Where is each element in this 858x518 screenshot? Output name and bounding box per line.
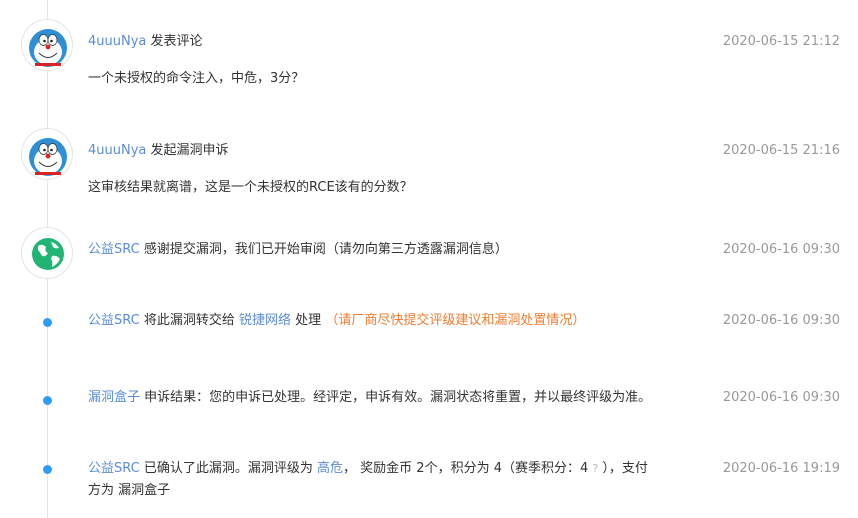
reward-text: ， 奖励金币 2个，积分为 4（赛季积分：4 (343, 461, 589, 476)
user-link[interactable]: 漏洞盒子 (88, 390, 140, 405)
timeline-dot (43, 318, 52, 327)
user-link[interactable]: 公益SRC (88, 242, 140, 257)
appeal-text: 这审核结果就离谱，这是一个未授权的RCE该有的分数？ (88, 180, 413, 195)
comment-text: 一个未授权的命令注入，中危，3分？ (88, 71, 305, 86)
doraemon-avatar-icon[interactable] (21, 19, 73, 71)
entry-time: 2020-06-16 09:30 (722, 242, 840, 257)
entry-action: 将此漏洞转交给 (143, 313, 235, 328)
help-icon[interactable]: ? (592, 462, 598, 475)
timeline-dot (43, 396, 52, 405)
entry-header: 4uuuNya 发表评论 (88, 33, 203, 51)
entry-action: 已确认了此漏洞。漏洞评级为 (143, 461, 313, 476)
user-link[interactable]: 公益SRC (88, 461, 140, 476)
entry-time: 2020-06-16 19:19 (722, 461, 840, 476)
entry-action: 发起漏洞申诉 (150, 143, 229, 158)
payer-label: 方为 (88, 483, 115, 498)
doraemon-avatar-icon[interactable] (21, 128, 73, 180)
entry-time: 2020-06-16 09:30 (722, 390, 840, 405)
globe-icon[interactable] (21, 227, 73, 279)
entry-action: 感谢提交漏洞，我们已开始审阅（请勿向第三方透露漏洞信息） (143, 242, 508, 257)
user-link[interactable]: 4uuuNya (88, 34, 146, 49)
vendor-notice: （请厂商尽快提交评级建议和漏洞处置情况） (325, 313, 586, 328)
severity-level: 高危 (317, 461, 344, 476)
entry-action: 申诉结果：您的申诉已处理。经评定，申诉有效。漏洞状态将重置，并以最终评级为准。 (144, 390, 652, 405)
entry-header: 漏洞盒子 申诉结果：您的申诉已处理。经评定，申诉有效。漏洞状态将重置，并以最终评… (88, 389, 651, 407)
vendor-link[interactable]: 锐捷网络 (239, 313, 291, 328)
timeline-dot (43, 465, 52, 474)
entry-header: 公益SRC 将此漏洞转交给 锐捷网络 处理 （请厂商尽快提交评级建议和漏洞处置情… (88, 312, 585, 330)
entry-time: 2020-06-15 21:16 (722, 143, 840, 158)
entry-action-suffix: 处理 (295, 313, 322, 328)
user-link[interactable]: 公益SRC (88, 313, 140, 328)
entry-time: 2020-06-15 21:12 (722, 34, 840, 49)
payer-name: 漏洞盒子 (118, 483, 171, 498)
payment-text: ），支付 (602, 461, 648, 476)
entry-action: 发表评论 (150, 34, 203, 49)
entry-header: 公益SRC 感谢提交漏洞，我们已开始审阅（请勿向第三方透露漏洞信息） (88, 241, 508, 259)
entry-header: 公益SRC 已确认了此漏洞。漏洞评级为 高危， 奖励金币 2个，积分为 4（赛季… (88, 458, 708, 502)
user-link[interactable]: 4uuuNya (88, 143, 146, 158)
entry-time: 2020-06-16 09:30 (722, 313, 840, 328)
entry-header: 4uuuNya 发起漏洞申诉 (88, 142, 229, 160)
